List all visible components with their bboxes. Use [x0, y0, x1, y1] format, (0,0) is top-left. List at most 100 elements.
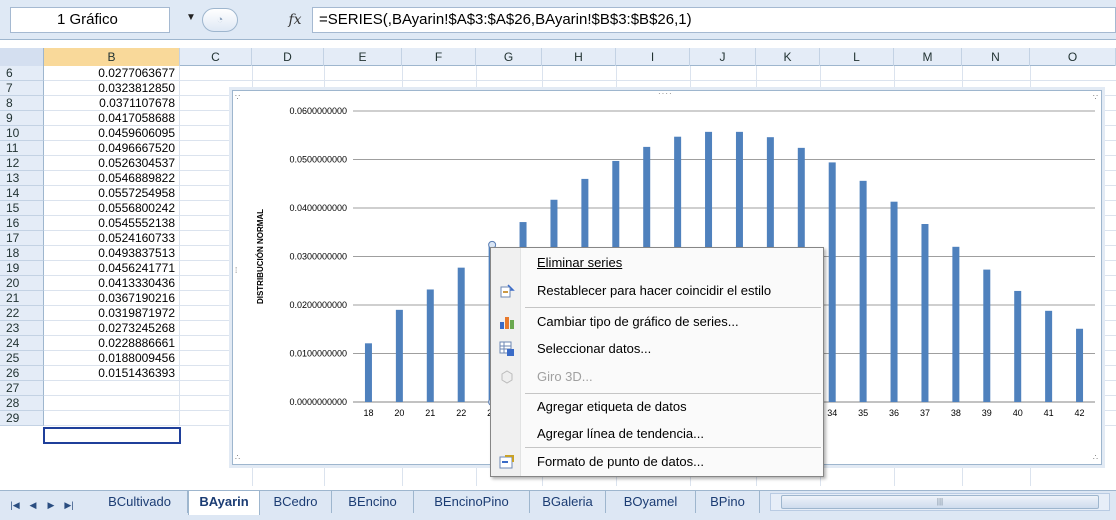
chart-bar[interactable]: [1045, 310, 1053, 402]
menu-item-delete-series[interactable]: Eliminar series: [491, 251, 823, 275]
chart-bar[interactable]: [426, 289, 434, 402]
tab-boyamel[interactable]: BOyamel: [606, 491, 696, 513]
next-sheet-icon[interactable]: ▶: [44, 498, 58, 512]
chart-bar[interactable]: [890, 201, 898, 402]
cell-b[interactable]: 0.0456241771: [44, 261, 180, 276]
cell-b[interactable]: 0.0546889822: [44, 171, 180, 186]
chart-bar[interactable]: [1076, 328, 1084, 402]
row-header[interactable]: 9: [0, 111, 44, 126]
column-header-n[interactable]: N: [962, 48, 1030, 66]
row-header[interactable]: 6: [0, 66, 44, 81]
column-header-i[interactable]: I: [616, 48, 690, 66]
insert-function-button[interactable]: fx: [284, 8, 306, 32]
column-header-g[interactable]: G: [476, 48, 542, 66]
cell-b[interactable]: [44, 381, 180, 396]
previous-sheet-icon[interactable]: ◀: [26, 498, 40, 512]
row-header[interactable]: 19: [0, 261, 44, 276]
chart-bar[interactable]: [983, 269, 991, 402]
row-header[interactable]: 10: [0, 126, 44, 141]
chart-bar[interactable]: [859, 180, 867, 402]
cell-b[interactable]: 0.0545552138: [44, 216, 180, 231]
column-header-f[interactable]: F: [402, 48, 476, 66]
cell-b[interactable]: 0.0367190216: [44, 291, 180, 306]
cell-b[interactable]: 0.0417058688: [44, 111, 180, 126]
column-header-k[interactable]: K: [756, 48, 820, 66]
tab-bcedro[interactable]: BCedro: [260, 491, 332, 513]
tab-bencino[interactable]: BEncino: [332, 491, 414, 513]
row-header[interactable]: 24: [0, 336, 44, 351]
menu-item-add-data-labels[interactable]: Agregar etiqueta de datos: [491, 395, 823, 419]
last-sheet-icon[interactable]: ▶|: [62, 498, 76, 512]
column-header-j[interactable]: J: [690, 48, 756, 66]
tab-bgaleria[interactable]: BGaleria: [530, 491, 606, 513]
cell-b[interactable]: 0.0323812850: [44, 81, 180, 96]
column-header-l[interactable]: L: [820, 48, 894, 66]
cell-b[interactable]: 0.0273245268: [44, 321, 180, 336]
cell-b[interactable]: 0.0526304537: [44, 156, 180, 171]
name-box-dropdown-icon[interactable]: ▼: [186, 12, 196, 23]
row-header[interactable]: 13: [0, 171, 44, 186]
column-header-d[interactable]: D: [252, 48, 324, 66]
cell-b[interactable]: 0.0493837513: [44, 246, 180, 261]
cell-b[interactable]: 0.0413330436: [44, 276, 180, 291]
cell-b[interactable]: 0.0371107678: [44, 96, 180, 111]
row-header[interactable]: 7: [0, 81, 44, 96]
column-header-c[interactable]: C: [180, 48, 252, 66]
cell-b[interactable]: 0.0524160733: [44, 231, 180, 246]
row-header[interactable]: 27: [0, 381, 44, 396]
row-header[interactable]: 12: [0, 156, 44, 171]
row-header[interactable]: 16: [0, 216, 44, 231]
chart-bar[interactable]: [828, 162, 836, 402]
horizontal-scrollbar[interactable]: |||: [770, 493, 1110, 511]
column-header-b[interactable]: B: [44, 48, 180, 66]
menu-item-change-chart-type[interactable]: Cambiar tipo de gráfico de series...: [491, 310, 823, 334]
row-header[interactable]: 22: [0, 306, 44, 321]
cell-b[interactable]: 0.0188009456: [44, 351, 180, 366]
chart-bar[interactable]: [921, 224, 929, 402]
column-header-m[interactable]: M: [894, 48, 962, 66]
cell-b[interactable]: 0.0277063677: [44, 66, 180, 81]
row-header[interactable]: 23: [0, 321, 44, 336]
cell-b[interactable]: [44, 396, 180, 411]
row-header[interactable]: 21: [0, 291, 44, 306]
cell-b[interactable]: 0.0496667520: [44, 141, 180, 156]
menu-item-3d-rotation[interactable]: Giro 3D...: [491, 365, 823, 389]
cancel-icon[interactable]: ◔: [202, 8, 238, 32]
cell-b[interactable]: 0.0319871972: [44, 306, 180, 321]
row-header[interactable]: 25: [0, 351, 44, 366]
scrollbar-thumb[interactable]: |||: [781, 495, 1099, 509]
name-box[interactable]: 1 Gráfico: [10, 7, 170, 33]
tab-bcultivado[interactable]: BCultivado: [92, 491, 188, 513]
row-header[interactable]: 8: [0, 96, 44, 111]
cell-b[interactable]: 0.0151436393: [44, 366, 180, 381]
chart-bar[interactable]: [364, 343, 372, 402]
row-header[interactable]: 20: [0, 276, 44, 291]
row-header[interactable]: 11: [0, 141, 44, 156]
tab-bpino[interactable]: BPino: [696, 491, 760, 513]
menu-item-format-data-point[interactable]: Formato de punto de datos...: [491, 450, 823, 474]
cell-b[interactable]: 0.0556800242: [44, 201, 180, 216]
formula-input[interactable]: =SERIES(,BAyarin!$A$3:$A$26,BAyarin!$B$3…: [312, 7, 1116, 33]
chart-bar[interactable]: [395, 309, 403, 402]
menu-item-reset-style[interactable]: Restablecer para hacer coincidir el esti…: [491, 279, 823, 303]
row-header[interactable]: 26: [0, 366, 44, 381]
select-all-button[interactable]: [0, 48, 44, 66]
row-header[interactable]: 29: [0, 411, 44, 426]
menu-item-select-data[interactable]: Seleccionar datos...: [491, 337, 823, 361]
cell-b[interactable]: [44, 411, 180, 426]
column-header-h[interactable]: H: [542, 48, 616, 66]
chart-bar[interactable]: [1014, 290, 1022, 402]
tab-bayarin[interactable]: BAyarin: [188, 491, 260, 515]
cell-b[interactable]: 0.0459606095: [44, 126, 180, 141]
menu-item-add-trendline[interactable]: Agregar línea de tendencia...: [491, 422, 823, 446]
cell-b[interactable]: 0.0557254958: [44, 186, 180, 201]
cell-b[interactable]: 0.0228886661: [44, 336, 180, 351]
row-header[interactable]: 15: [0, 201, 44, 216]
row-header[interactable]: 14: [0, 186, 44, 201]
row-header[interactable]: 17: [0, 231, 44, 246]
column-header-o[interactable]: O: [1030, 48, 1116, 66]
row-header[interactable]: 28: [0, 396, 44, 411]
chart-bar[interactable]: [952, 246, 960, 402]
column-header-e[interactable]: E: [324, 48, 402, 66]
chart-bar[interactable]: [457, 267, 465, 402]
